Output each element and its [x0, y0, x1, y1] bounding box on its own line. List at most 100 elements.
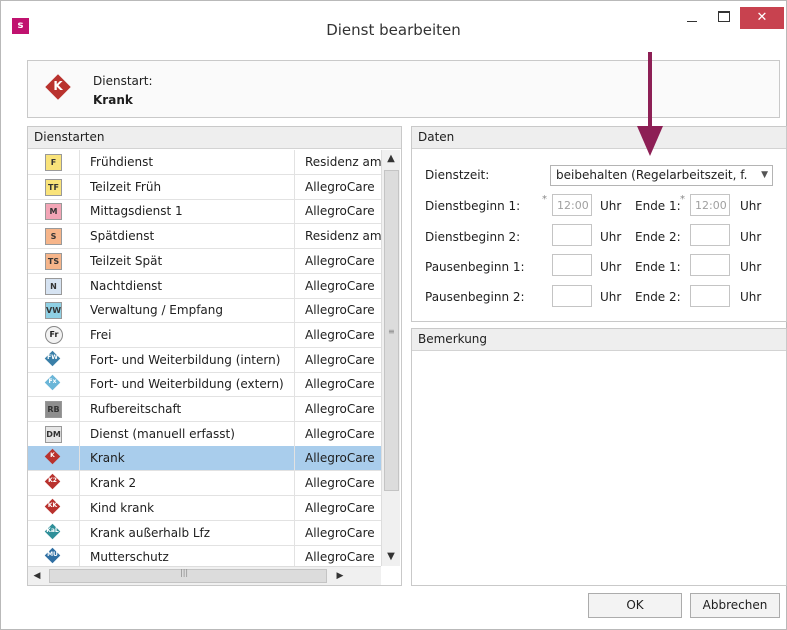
list-item-organization: AllegroCare: [305, 550, 375, 565]
dienstbeginn2-input[interactable]: [552, 224, 592, 246]
list-item[interactable]: N Nachtdienst AllegroCare: [28, 273, 381, 299]
list-item[interactable]: VW Verwaltung / Empfang AllegroCare: [28, 298, 381, 324]
bemerkung-title: Bemerkung: [412, 329, 786, 351]
title-bar: s Dienst bearbeiten ✕: [1, 1, 786, 45]
ende1-input[interactable]: 12:00: [690, 194, 730, 216]
list-item-organization: AllegroCare: [305, 451, 375, 466]
list-item[interactable]: RB Rufbereitschaft AllegroCare: [28, 397, 381, 422]
list-item-name: Teilzeit Früh: [90, 179, 162, 194]
list-item[interactable]: KK Kind krank AllegroCare: [28, 495, 381, 521]
cancel-button[interactable]: Abbrechen: [690, 593, 780, 618]
list-item-organization: AllegroCare: [305, 303, 375, 318]
list-item-icon-cell: MU: [28, 545, 80, 566]
list-item-name: Kind krank: [90, 500, 155, 515]
list-item-icon-cell: DM: [28, 421, 80, 446]
list-item[interactable]: K Krank AllegroCare: [28, 446, 381, 472]
shift-type-icon-text: MU: [47, 551, 58, 559]
bemerkung-textarea[interactable]: [412, 351, 784, 583]
pausenbeginn2-input[interactable]: [552, 285, 592, 307]
pausenbeginn1-label: Pausenbeginn 1:: [425, 260, 525, 274]
dienstzeit-label: Dienstzeit:: [425, 168, 490, 182]
shift-type-icon: DM: [45, 425, 62, 443]
shift-type-icon: TS: [45, 252, 62, 270]
list-item[interactable]: MU Mutterschutz AllegroCare: [28, 545, 381, 566]
scrollbar-thumb[interactable]: ≡: [384, 170, 399, 491]
column-divider: [294, 298, 295, 323]
shift-type-icon: M: [45, 203, 62, 221]
list-item[interactable]: FW Fort- und Weiterbildung (intern) Allegr…: [28, 347, 381, 373]
horizontal-scrollbar[interactable]: ◀ ||| ▶: [28, 566, 381, 585]
shift-type-icon-text: Fx: [48, 378, 57, 386]
krank-icon-letter: K: [53, 79, 63, 93]
column-divider: [294, 545, 295, 566]
list-item-name: Mittagsdienst 1: [90, 204, 183, 219]
dienstarten-title: Dienstarten: [28, 127, 401, 149]
grip-icon: |||: [180, 568, 189, 577]
scroll-down-icon[interactable]: ▼: [383, 548, 399, 566]
column-divider: [294, 520, 295, 545]
ende2-label: Ende 2:: [635, 230, 681, 244]
pausenende1-input[interactable]: [690, 254, 730, 276]
list-item[interactable]: Fr Frei AllegroCare: [28, 322, 381, 348]
list-item[interactable]: TS Teilzeit Spät AllegroCare: [28, 248, 381, 274]
list-item[interactable]: Fx Fort- und Weiterbildung (extern) Allegr…: [28, 372, 381, 398]
list-item-name: Rufbereitschaft: [90, 402, 182, 416]
ende2-input[interactable]: [690, 224, 730, 246]
unit-label: Uhr: [600, 260, 622, 274]
unit-label: Uhr: [600, 290, 622, 304]
required-marker: *: [680, 194, 685, 205]
pausenende2-input[interactable]: [690, 285, 730, 307]
ok-button[interactable]: OK: [588, 593, 682, 618]
ende1-label: Ende 1:: [635, 199, 681, 213]
list-item-icon-cell: FW: [28, 347, 80, 372]
close-button[interactable]: ✕: [740, 7, 784, 29]
list-item-organization: AllegroCare: [305, 525, 375, 540]
list-item-icon-cell: RB: [28, 397, 80, 421]
chevron-down-icon: ▼: [761, 170, 768, 180]
dienstart-header: K Dienstart: Krank: [27, 60, 780, 118]
dienstzeit-select[interactable]: beibehalten (Regelarbeitszeit, f. ▼: [550, 165, 773, 186]
list-item-icon-cell: TS: [28, 248, 80, 273]
list-item-organization: AllegroCare: [305, 426, 375, 441]
list-item[interactable]: S Spätdienst Residenz am: [28, 224, 381, 250]
list-item[interactable]: KaL Krank außerhalb Lfz AllegroCare: [28, 520, 381, 546]
list-item-icon-cell: K2: [28, 471, 80, 496]
annotation-arrow-shaft: [648, 52, 652, 130]
minimize-button[interactable]: [679, 5, 705, 31]
scroll-right-icon[interactable]: ▶: [331, 567, 349, 585]
list-item[interactable]: M Mittagsdienst 1 AllegroCare: [28, 199, 381, 225]
list-item-icon-cell: N: [28, 273, 80, 298]
column-divider: [294, 446, 295, 471]
list-item[interactable]: K2 Krank 2 AllegroCare: [28, 471, 381, 497]
minimize-icon: [687, 20, 697, 22]
list-item-organization: AllegroCare: [305, 278, 375, 293]
dialog-window: s Dienst bearbeiten ✕ K Dienstart: Krank…: [0, 0, 787, 630]
list-item-icon-cell: KK: [28, 495, 80, 520]
list-item-name: Frühdienst: [90, 155, 154, 169]
unit-label: Uhr: [740, 199, 762, 213]
list-item-name: Krank: [90, 451, 125, 466]
list-item-organization: AllegroCare: [305, 352, 375, 367]
dienstzeit-value: beibehalten (Regelarbeitszeit, f.: [556, 168, 748, 182]
list-item-icon-cell: K: [28, 446, 80, 471]
list-item[interactable]: DM Dienst (manuell erfasst) AllegroCare: [28, 421, 381, 447]
pausenbeginn1-input[interactable]: [552, 254, 592, 276]
close-icon: ✕: [756, 10, 768, 25]
list-item-organization: AllegroCare: [305, 500, 375, 515]
window-title: Dienst bearbeiten: [326, 21, 461, 39]
column-divider: [294, 199, 295, 224]
column-divider: [294, 347, 295, 372]
unit-label: Uhr: [600, 199, 622, 213]
horizontal-scrollbar-thumb[interactable]: |||: [49, 568, 327, 583]
scroll-left-icon[interactable]: ◀: [28, 567, 46, 585]
list-item-organization: AllegroCare: [305, 327, 375, 342]
list-item[interactable]: F Frühdienst Residenz am: [28, 150, 381, 175]
list-item[interactable]: TF Teilzeit Früh AllegroCare: [28, 174, 381, 200]
scroll-up-icon[interactable]: ▲: [383, 150, 399, 168]
dienstbeginn1-input[interactable]: 12:00: [552, 194, 592, 216]
maximize-button[interactable]: [711, 5, 737, 31]
vertical-scrollbar[interactable]: ▲ ≡ ▼: [381, 150, 400, 566]
column-divider: [294, 322, 295, 347]
list-item-icon-cell: S: [28, 224, 80, 249]
list-item-name: Spätdienst: [90, 229, 155, 244]
